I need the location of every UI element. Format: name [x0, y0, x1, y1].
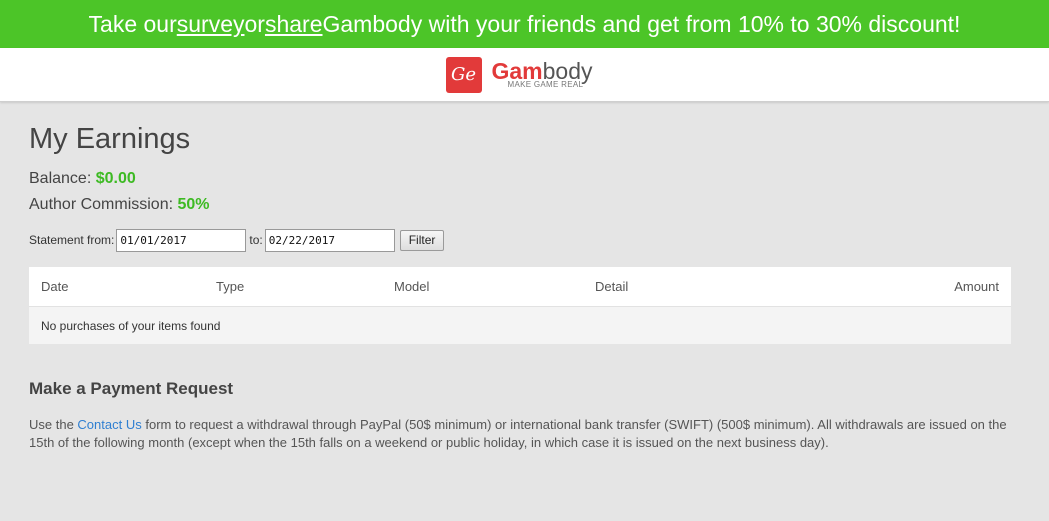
earnings-table: Date Type Model Detail Amount No purchas…	[29, 267, 1011, 344]
column-header-type: Type	[216, 279, 245, 294]
payment-text-before: Use the	[29, 417, 78, 432]
table-empty-row: No purchases of your items found	[29, 307, 1011, 344]
logo-mark-icon: Ge	[445, 56, 482, 93]
column-header-model: Model	[394, 279, 430, 294]
payment-text-after: form to request a withdrawal through Pay…	[29, 417, 1007, 450]
share-link[interactable]: share	[265, 11, 323, 38]
commission-line: Author Commission: 50%	[29, 192, 1020, 218]
site-header: Ge Gambody MAKE GAME REAL	[0, 48, 1049, 102]
main-content: My Earnings Balance: $0.00 Author Commis…	[0, 122, 1049, 452]
logo-wordmark: Gambody MAKE GAME REAL	[492, 58, 604, 92]
column-header-amount: Amount	[954, 279, 999, 294]
earnings-stats: Balance: $0.00 Author Commission: 50%	[29, 166, 1020, 218]
balance-line: Balance: $0.00	[29, 166, 1020, 192]
balance-value: $0.00	[95, 170, 136, 187]
commission-label: Author Commission:	[29, 196, 174, 213]
statement-to-input[interactable]	[264, 228, 395, 252]
table-header: Date Type Model Detail Amount	[29, 267, 1011, 307]
promo-text-or: or	[244, 10, 265, 37]
promo-text-after: Gambody with your friends and get from 1…	[322, 10, 961, 37]
promo-text-before: Take our	[88, 10, 177, 37]
statement-filter: Statement from: to: Filter	[29, 228, 1020, 252]
commission-value: 50%	[177, 196, 210, 213]
gambody-logo[interactable]: Ge Gambody MAKE GAME REAL	[445, 56, 604, 93]
filter-button[interactable]: Filter	[399, 229, 445, 251]
promo-banner: Take our survey or share Gambody with yo…	[0, 0, 1049, 48]
payment-request-title: Make a Payment Request	[29, 379, 234, 398]
page-title: My Earnings	[29, 123, 191, 155]
statement-from-label: Statement from:	[29, 233, 115, 247]
statement-to-label: to:	[249, 233, 263, 247]
survey-link[interactable]: survey	[177, 11, 245, 38]
column-header-detail: Detail	[595, 279, 629, 294]
statement-from-input[interactable]	[116, 228, 247, 252]
contact-us-link[interactable]: Contact Us	[77, 417, 141, 432]
logo-tagline: MAKE GAME REAL	[507, 79, 584, 89]
balance-label: Balance:	[29, 170, 92, 187]
column-header-date: Date	[41, 279, 69, 294]
payment-request-text: Use the Contact Us form to request a wit…	[29, 416, 1011, 452]
